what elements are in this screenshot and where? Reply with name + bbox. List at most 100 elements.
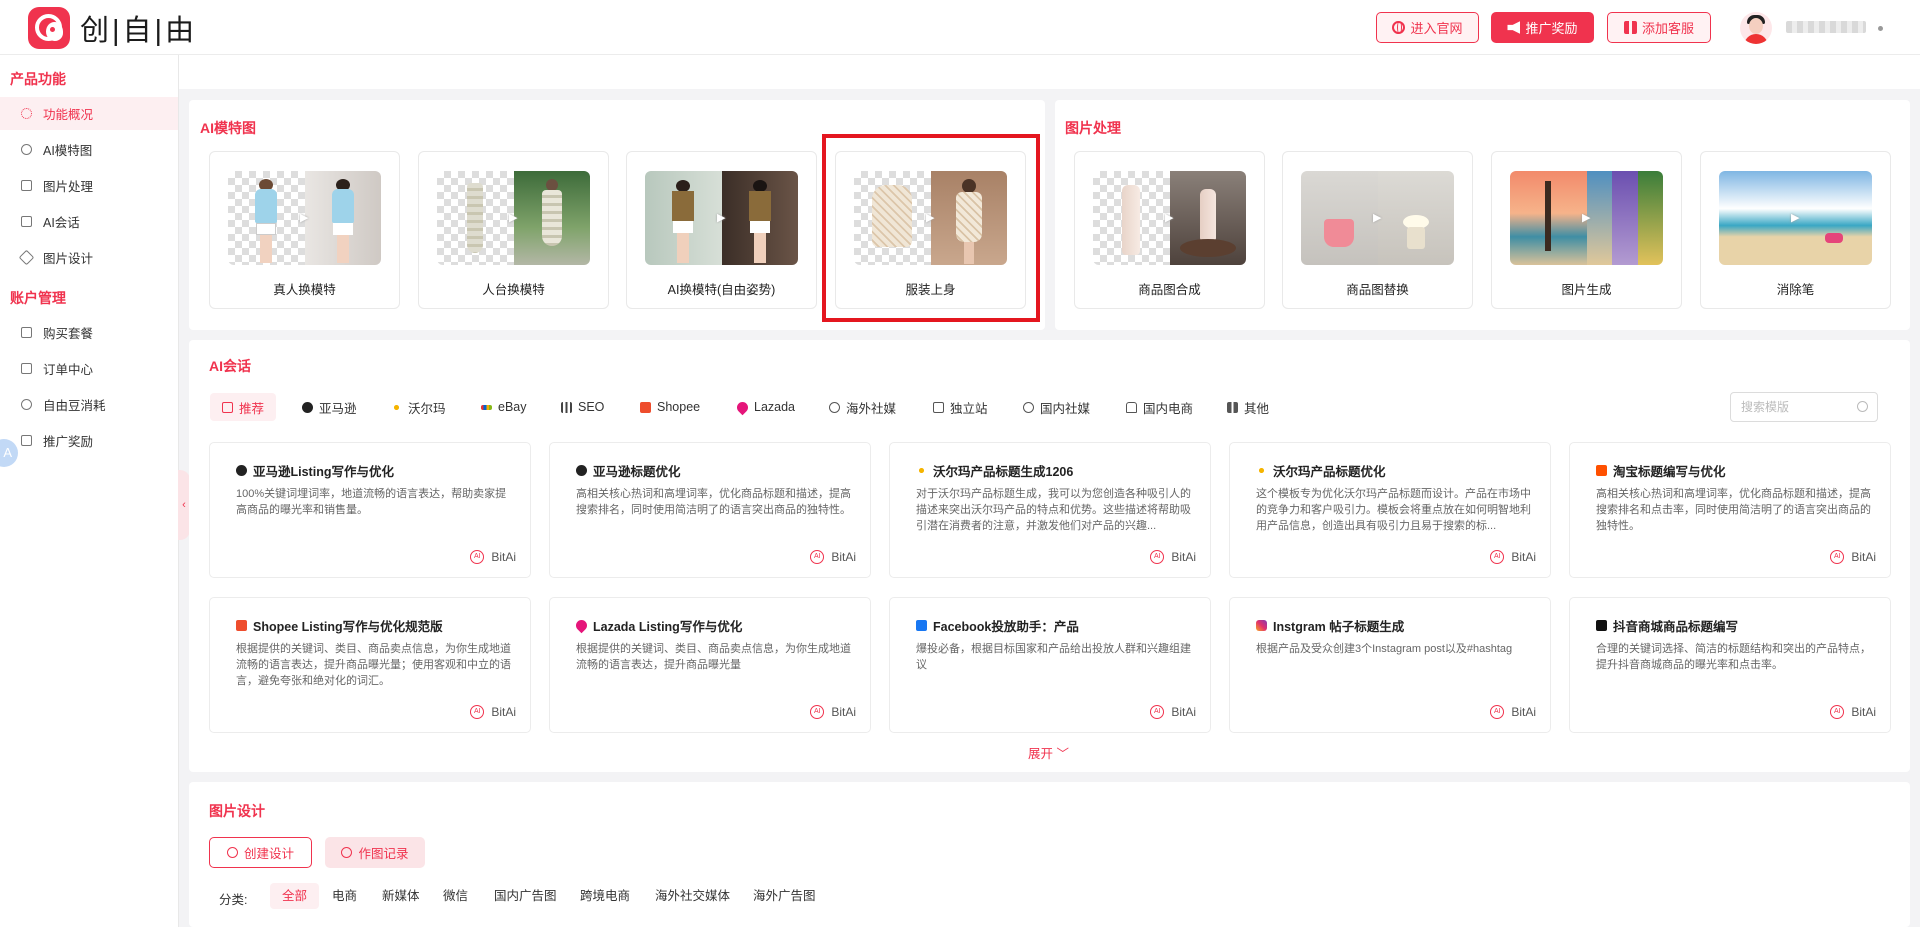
globe-icon [1392,21,1406,34]
category-label: 分类: [219,893,248,907]
tool-thumbnail: ▶ [645,171,798,265]
ai-author-icon: AI [1150,705,1165,719]
ai-chat-title: AI会话 [209,358,251,374]
plus-circle-icon [226,847,238,858]
sidebar-item-promo[interactable]: 推广奖励 [0,424,178,457]
category-overseas-ads[interactable]: 海外广告图 [748,883,821,909]
sidebar-item-orders[interactable]: 订单中心 [0,352,178,385]
tab-ebay[interactable]: eBay [475,393,533,421]
tab-independent-site[interactable]: 独立站 [927,393,994,421]
tool-card-mannequin[interactable]: ▶ 人台换模特 [418,151,609,309]
tool-thumbnail: ▶ [1719,171,1872,265]
tool-card-ai-free-pose[interactable]: ▶ AI换模特(自由姿势) [626,151,817,309]
sidebar-item-buy-plan[interactable]: 购买套餐 [0,316,178,349]
tool-card-real-person[interactable]: ▶ 真人换模特 [209,151,400,309]
ai-author-icon: AI [470,550,485,564]
template-card[interactable]: 亚马逊Listing写作与优化 100%关键词埋词率，地道流畅的语言表达，帮助卖… [209,442,531,578]
template-title: 淘宝标题编写与优化 [1613,465,1726,479]
tool-card-generate[interactable]: ▶ 图片生成 [1491,151,1682,309]
template-card[interactable]: Lazada Listing写作与优化 根据提供的关键词、类目、商品卖点信息，为… [549,597,871,733]
template-card[interactable]: 亚马逊标题优化 高相关核心热词和高埋词率，优化商品标题和描述，提高搜索排名，同时… [549,442,871,578]
user-menu-icon[interactable] [1878,26,1883,31]
brand-logo[interactable]: 创|自|由 [28,7,197,49]
tab-lazada[interactable]: Lazada [731,393,801,421]
template-title: Facebook投放助手：产品 [933,620,1079,634]
template-author: BitAi [1851,550,1876,564]
content-top-strip [179,55,1920,89]
brand-name: 创|自|由 [80,15,198,47]
category-wechat[interactable]: 微信 [438,883,473,909]
template-desc: 对于沃尔玛产品标题生成，我可以为您创造各种吸引人的描述来突出沃尔玛产品的特点和优… [916,488,1191,532]
tab-domestic-social[interactable]: 国内社媒 [1017,393,1096,421]
design-history-button[interactable]: 作图记录 [325,837,425,868]
template-card[interactable]: 抖音商城商品标题编写 合理的关键词选择、简洁的标题结构和突出的产品特点，提升抖音… [1569,597,1891,733]
category-all[interactable]: 全部 [270,883,320,909]
social-icon [1023,401,1034,413]
template-author: BitAi [1511,705,1536,719]
category-overseas-social[interactable]: 海外社交媒体 [650,883,735,909]
template-desc: 100%关键词埋词率，地道流畅的语言表达，帮助卖家提高商品的曝光率和销售量。 [236,488,507,516]
shopee-icon [640,401,651,413]
template-author: BitAi [1171,550,1196,564]
template-author: BitAi [1171,705,1196,719]
grid-icon [21,108,32,119]
category-cross-border[interactable]: 跨境电商 [575,883,635,909]
avatar[interactable] [1740,12,1772,44]
tool-card-replace[interactable]: ▶ 商品图替换 [1282,151,1473,309]
category-ecommerce[interactable]: 电商 [327,883,362,909]
facebook-icon [916,620,927,631]
shopee-icon [236,620,247,631]
search-icon[interactable] [1857,401,1868,412]
category-domestic-ads[interactable]: 国内广告图 [489,883,562,909]
arrow-icon: ▶ [300,212,309,224]
template-title: Lazada Listing写作与优化 [593,620,743,634]
template-desc: 根据产品及受众创建3个Instagram post以及#hashtag [1256,643,1513,655]
sidebar-item-image-design[interactable]: 图片设计 [0,241,178,274]
tool-card-eraser[interactable]: ▶ 消除笔 [1700,151,1891,309]
template-card[interactable]: Instgram 帖子标题生成 根据产品及受众创建3个Instagram pos… [1229,597,1551,733]
sidebar-item-ai-chat[interactable]: AI会话 [0,205,178,238]
template-card[interactable]: Facebook投放助手：产品 爆投必备，根据目标国家和产品给出投放人群和兴趣组… [889,597,1211,733]
tool-label: AI换模特(自由姿势) [667,283,776,297]
tab-domestic-ecom[interactable]: 国内电商 [1120,393,1199,421]
tab-walmart[interactable]: 沃尔玛 [385,393,452,421]
tool-label: 商品图替换 [1346,283,1409,297]
ai-model-title: AI模特图 [200,120,256,136]
instagram-icon [1256,620,1267,631]
template-desc: 合理的关键词选择、简洁的标题结构和突出的产品特点，提升抖音商城商品的曝光率和点击… [1596,643,1871,671]
create-design-button[interactable]: 创建设计 [209,837,312,868]
category-new-media[interactable]: 新媒体 [377,883,425,909]
template-card[interactable]: Shopee Listing写作与优化规范版 根据提供的关键词、类目、商品卖点信… [209,597,531,733]
tab-recommend[interactable]: 推荐 [210,393,277,421]
sidebar-item-beans[interactable]: 自由豆消耗 [0,388,178,421]
template-title: 亚马逊标题优化 [593,465,681,479]
enter-site-button[interactable]: 进入官网 [1376,12,1479,43]
promo-reward-button[interactable]: 推广奖励 [1491,12,1594,43]
sidebar-item-overview[interactable]: 功能概况 [0,97,178,130]
ai-author-icon: AI [470,705,485,719]
tab-seo[interactable]: SEO [555,393,610,421]
username-blurred[interactable] [1786,21,1866,33]
template-search-input[interactable]: 搜索模版 [1730,392,1878,422]
tab-overseas-social[interactable]: 海外社媒 [823,393,902,421]
ai-author-icon: AI [810,705,825,719]
template-card[interactable]: 沃尔玛产品标题生成1206 对于沃尔玛产品标题生成，我可以为您创造各种吸引人的描… [889,442,1211,578]
tool-card-compose[interactable]: ▶ 商品图合成 [1074,151,1265,309]
tab-shopee[interactable]: Shopee [634,393,706,421]
amazon-icon [576,465,587,476]
sidebar-item-ai-model[interactable]: AI模特图 [0,133,178,166]
history-icon [341,847,353,858]
template-card[interactable]: 沃尔玛产品标题优化 这个模板专为优化沃尔玛产品标题而设计。产品在市场中的竞争力和… [1229,442,1551,578]
expand-more-button[interactable]: 展开 ﹀ [1028,743,1069,762]
sidebar-item-image-process[interactable]: 图片处理 [0,169,178,202]
add-service-button[interactable]: 添加客服 [1607,12,1711,43]
template-title: Shopee Listing写作与优化规范版 [253,620,443,634]
tab-amazon[interactable]: 亚马逊 [296,393,363,421]
selection-highlight [822,134,1040,322]
tab-other[interactable]: 其他 [1221,393,1275,421]
ebay-icon [481,404,492,410]
template-card[interactable]: 淘宝标题编写与优化 高相关核心热词和高埋词率，优化商品标题和描述，提高搜索排名和… [1569,442,1891,578]
sidebar-group-account: 账户管理 [10,290,66,306]
order-icon [21,363,32,374]
coin-icon [21,399,32,410]
